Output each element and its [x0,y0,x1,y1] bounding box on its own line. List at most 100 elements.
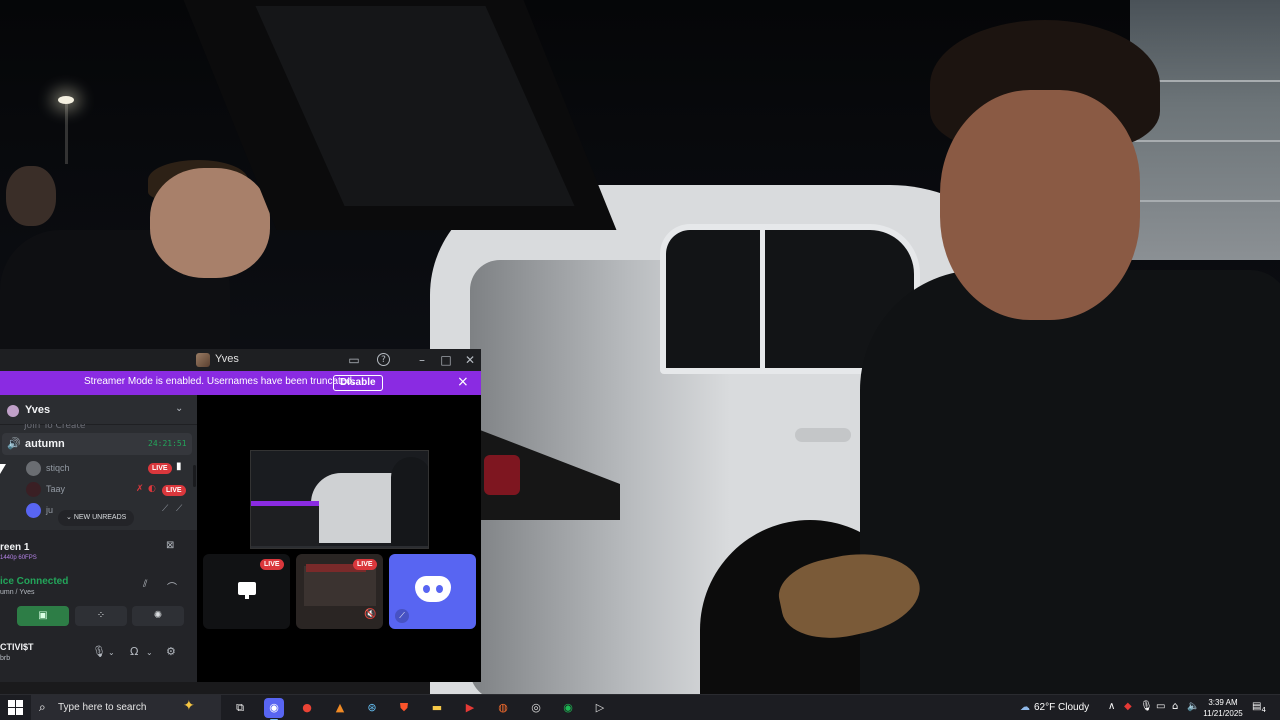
participant-tile-screen[interactable]: LIVE [203,554,290,629]
voice-call-stage: LIVE LIVE 🔇 ⟋ [197,395,481,682]
headphones-icon[interactable]: Ω [130,645,138,658]
muted-icon[interactable]: 🔇 [364,609,376,620]
muted-mic-icon: ✗ [136,484,144,494]
banner-close-icon[interactable]: × [457,374,469,390]
steam-app-icon[interactable]: ⊛ [362,698,382,718]
voice-channel-timer: 24:21:51 [148,439,187,448]
headphone-options-chevron-icon[interactable]: ⌄ [146,648,153,657]
stop-streaming-icon[interactable]: ⊠ [166,540,174,551]
brave-app-icon[interactable]: ⛊ [394,698,414,718]
task-view-icon[interactable]: ⧉ [230,698,250,718]
origin-app-icon[interactable]: ◍ [493,698,513,718]
tray-app-icon[interactable]: ◆ [1124,701,1132,712]
sidebar-scrollbar[interactable] [193,465,196,487]
avatar [26,461,41,476]
soundboard-icon: ✺ [153,610,163,621]
rtc-connection-panel: reen 1 1440p 60FPS ⊠ ice Connected umn /… [0,530,197,682]
deafened-icon: ⟋ [176,504,183,514]
voice-channel-autumn[interactable]: 🔊 autumn 24:21:51 [2,433,192,455]
discord-window: Yves ▭ ? – □ ✕ Streamer Mode is enabled.… [0,349,481,682]
search-highlight-icon[interactable]: ✦ [183,698,195,714]
tail-light-red [484,455,520,495]
search-icon: ⌕ [39,700,46,714]
street-lamp [58,96,74,104]
preview-taskbar [251,546,428,548]
noise-suppression-icon[interactable]: ⫽ [143,579,147,590]
server-name: Yves [25,404,51,416]
door-handle [795,428,851,442]
preview-banner [251,501,319,506]
show-hidden-icons-chevron-icon[interactable]: ∧ [1108,701,1115,712]
user-panel: CTIVI$T brb 🎙 ⌄ Ω ⌄ ⚙ [0,634,197,682]
date: 11/21/2025 [1203,709,1243,718]
voice-member[interactable]: stiqch LIVE ▮ [24,459,194,479]
server-header[interactable]: Yves ⌄ [0,395,197,425]
search-placeholder: Type here to search [58,702,147,713]
screen-share-button[interactable]: ▣ [17,606,69,626]
preview-discord-window [251,501,319,548]
inbox-icon[interactable]: ▭ [346,352,362,368]
display-tray-icon[interactable]: ▭ [1156,701,1165,712]
discord-logo-eye [436,585,443,593]
voice-connected-status[interactable]: ice Connected [0,576,68,587]
microphone-tray-icon[interactable]: 🎙 [1140,701,1153,712]
participant-tile-discord[interactable]: ⟋ [389,554,476,629]
window-titlebar[interactable]: Yves ▭ ? – □ ✕ [0,349,481,371]
disable-streamer-mode-button[interactable]: Disable [333,375,383,391]
live-badge: LIVE [162,485,186,496]
preview-person [391,457,428,547]
streamer-mode-message: Streamer Mode is enabled. Usernames have… [84,376,355,387]
member-name: Taay [46,484,66,494]
window-title: Yves [215,353,239,365]
discord-app-icon[interactable]: ◉ [264,698,284,720]
voice-member[interactable]: Taay ✗ ◐ LIVE [24,480,194,500]
start-button[interactable] [8,700,24,716]
help-icon[interactable]: ? [377,353,390,366]
disconnect-icon[interactable]: ⌒ [167,579,177,594]
chrome-app-icon[interactable]: ● [297,698,317,718]
deafened-icon: ⟋ [395,609,409,623]
stream-thumbnail [304,566,376,606]
voice-channel-path[interactable]: umn / Yves [0,589,35,596]
lamp-pole [65,104,68,164]
vlc-app-icon[interactable]: ▲ [330,698,350,718]
notification-center-icon[interactable]: ▤4 [1252,701,1266,714]
channel-join-to-create[interactable]: Join To Create [24,424,85,430]
mic-options-chevron-icon[interactable]: ⌄ [108,648,115,657]
new-unreads-pill[interactable]: ⌄ NEW UNREADS [58,510,135,526]
maximize-button[interactable]: □ [438,352,454,368]
obs-app-icon[interactable]: ◎ [526,698,546,718]
network-icon[interactable]: ⌂ [1172,701,1178,712]
settings-gear-icon[interactable]: ⚙ [166,645,176,658]
weather-widget[interactable]: ☁ 62°F Cloudy [1020,702,1089,713]
spotify-app-icon[interactable]: ◉ [558,698,578,718]
discord-logo-icon [415,576,451,602]
media-app-icon[interactable]: ▶ [460,698,480,718]
member-name: stiqch [46,463,70,473]
deafened-icon: ◐ [148,484,156,494]
screen-share-icon: ▣ [38,610,48,621]
taskbar-clock[interactable]: 3:39 AM 11/21/2025 [1200,697,1246,719]
server-icon [7,405,19,417]
taskbar-search[interactable]: ⌕ Type here to search ✦ [31,695,221,720]
speaker-icon: 🔊 [7,437,21,450]
person-right-face [940,90,1140,320]
volume-icon[interactable]: 🔈 [1187,701,1199,712]
participant-tile-stream[interactable]: LIVE 🔇 [296,554,383,629]
stream-quality: 1440p 60FPS [0,555,37,561]
stream-preview[interactable] [250,450,429,549]
activities-button[interactable]: ⁘ [75,606,127,626]
soundboard-button[interactable]: ✺ [132,606,184,626]
chevron-down-icon[interactable]: ⌄ [175,403,183,414]
close-button[interactable]: ✕ [462,352,478,368]
avatar [26,482,41,497]
file-explorer-icon[interactable]: ▬ [427,698,447,718]
mouse-cursor [0,464,6,474]
minimize-button[interactable]: – [414,352,430,368]
player-app-icon[interactable]: ▷ [590,698,610,718]
activities-icon: ⁘ [96,610,106,621]
username[interactable]: CTIVI$T [0,642,34,652]
new-unreads-label: NEW UNREADS [73,514,127,521]
stream-watch-icon[interactable]: ▮ [176,461,182,472]
microphone-icon[interactable]: 🎙 [92,645,106,658]
